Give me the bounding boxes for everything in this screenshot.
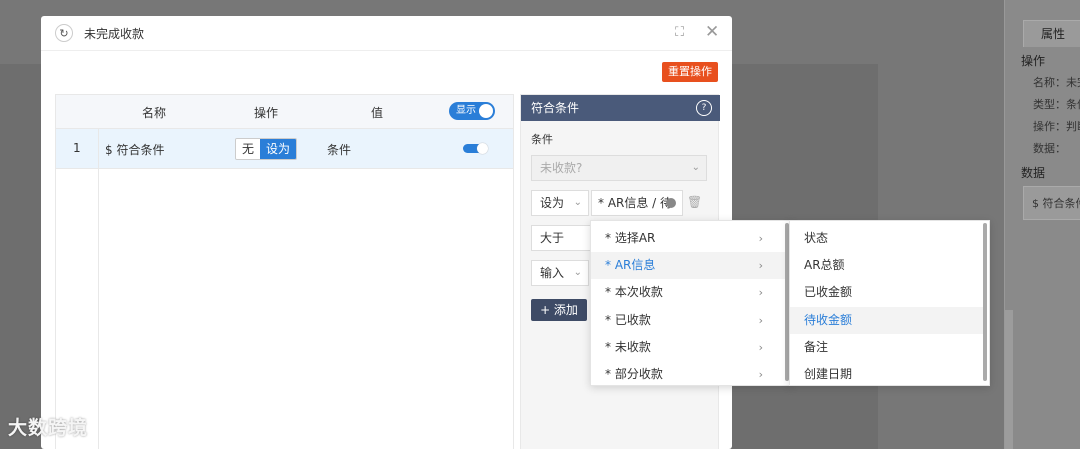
menu-item-current-receipt[interactable]: * 本次收款 › <box>591 279 785 306</box>
watermark-logo: 大数跨境 <box>8 417 89 439</box>
properties-panel: 属性 操作 名称：未完成 类型：条件 操作：判断 数据： 数据 $ 符合条件 <box>1004 0 1080 449</box>
condition-label: 条件 <box>531 133 553 146</box>
condition-select[interactable]: 未收款? ⌄ <box>531 155 707 181</box>
prop-type: 类型：条件 <box>1033 98 1080 111</box>
tab-properties[interactable]: 属性 <box>1023 20 1080 47</box>
row-visible-toggle[interactable] <box>463 143 488 154</box>
chevron-down-icon: ⌄ <box>573 197 582 208</box>
chevron-right-icon: › <box>758 314 763 327</box>
menu-item-label: * 已收款 <box>605 313 651 327</box>
cascader-menu-level2: 状态 AR总额 已收金额 待收金额 备注 创建日期 <box>789 220 990 386</box>
menu-item-select-ar[interactable]: * 选择AR › <box>591 225 785 252</box>
menu-item-status[interactable]: 状态 <box>790 225 983 252</box>
header-op: 操作 <box>254 106 279 120</box>
op-select-2[interactable]: 大于 <box>531 225 593 251</box>
menu-item-label: * 选择AR <box>605 231 656 245</box>
menu-item-label: * 部分收款 <box>605 367 663 381</box>
help-icon[interactable]: ? <box>696 100 712 116</box>
reset-button[interactable]: 重置操作 <box>662 62 718 82</box>
chevron-right-icon: › <box>758 341 763 354</box>
clear-icon[interactable] <box>666 198 676 208</box>
menu-item-partial[interactable]: * 部分收款 › <box>591 361 785 388</box>
prop-data: 数据： <box>1033 142 1066 155</box>
op-select-1-value: 设为 <box>540 196 565 210</box>
column-divider <box>98 129 99 449</box>
menu-item-remark[interactable]: 备注 <box>790 334 983 361</box>
expand-icon[interactable]: ⛶ <box>675 25 684 40</box>
op-select-2-value: 大于 <box>540 231 565 245</box>
header-value: 值 <box>371 106 384 120</box>
chevron-right-icon: › <box>758 368 763 381</box>
row-index: 1 <box>73 141 81 155</box>
modal-header: ↻ 未完成收款 ⛶ ✕ <box>41 16 732 51</box>
trash-icon[interactable]: 🗑 <box>687 195 702 209</box>
op-none-button[interactable]: 无 <box>236 139 261 159</box>
menu-item-label: * 本次收款 <box>605 285 663 299</box>
menu-item-unreceived[interactable]: * 未收款 › <box>591 334 785 361</box>
chevron-right-icon: › <box>758 259 763 272</box>
menu-item-received-amount[interactable]: 已收金额 <box>790 279 983 306</box>
condition-panel-title: 符合条件 <box>531 101 580 115</box>
row-name: $ 符合条件 <box>105 143 165 157</box>
value-cascader[interactable]: * AR信息 / 待 <box>591 190 683 216</box>
menu-scrollbar[interactable] <box>983 223 987 381</box>
op-select-3[interactable]: 输入 ⌄ <box>531 260 589 286</box>
cascader-menu-level1: * 选择AR › * AR信息 › * 本次收款 › * 已收款 › * 未收款 › * … <box>590 220 792 386</box>
section-data-title: 数据 <box>1021 166 1046 180</box>
header-name: 名称 <box>142 106 167 120</box>
menu-item-label: * 未收款 <box>605 340 651 354</box>
prop-name: 名称：未完成 <box>1033 76 1080 89</box>
modal-title: 未完成收款 <box>84 27 145 41</box>
chevron-right-icon: › <box>758 232 763 245</box>
chevron-right-icon: › <box>758 286 763 299</box>
chevron-down-icon: ⌄ <box>691 162 700 173</box>
prop-op: 操作：判断 <box>1033 120 1080 133</box>
close-icon[interactable]: ✕ <box>705 22 719 42</box>
menu-item-created-date[interactable]: 创建日期 <box>790 361 983 388</box>
menu-item-pending-amount[interactable]: 待收金额 <box>790 307 983 334</box>
condition-select-value: 未收款? <box>540 161 583 175</box>
table-row[interactable]: 1 $ 符合条件 无 设为 条件 <box>56 129 513 169</box>
data-item[interactable]: $ 符合条件 <box>1023 186 1080 220</box>
menu-item-ar-total[interactable]: AR总额 <box>790 252 983 279</box>
table-header: 名称 操作 值 显示 <box>56 95 513 129</box>
show-toggle[interactable]: 显示 <box>449 102 495 120</box>
actions-table: 名称 操作 值 显示 1 $ 符合条件 无 设为 条件 <box>55 94 514 449</box>
menu-item-received[interactable]: * 已收款 › <box>591 307 785 334</box>
value-cascader-text: * AR信息 / 待 <box>598 196 673 210</box>
op-set-button[interactable]: 设为 <box>260 139 297 159</box>
op-select-3-value: 输入 <box>540 266 565 280</box>
menu-item-ar-info[interactable]: * AR信息 › <box>591 252 785 279</box>
op-segmented-control: 无 设为 <box>235 138 298 160</box>
op-select-1[interactable]: 设为 ⌄ <box>531 190 589 216</box>
refresh-icon[interactable]: ↻ <box>55 24 73 42</box>
row-value: 条件 <box>327 143 352 157</box>
condition-panel-header: 符合条件 ? <box>521 95 720 121</box>
panel-scrollbar[interactable] <box>1005 310 1013 449</box>
add-condition-button[interactable]: + 添加 <box>531 299 587 321</box>
chevron-down-icon: ⌄ <box>573 267 582 278</box>
menu-item-label: * AR信息 <box>605 258 656 272</box>
section-ops-title: 操作 <box>1021 54 1046 68</box>
